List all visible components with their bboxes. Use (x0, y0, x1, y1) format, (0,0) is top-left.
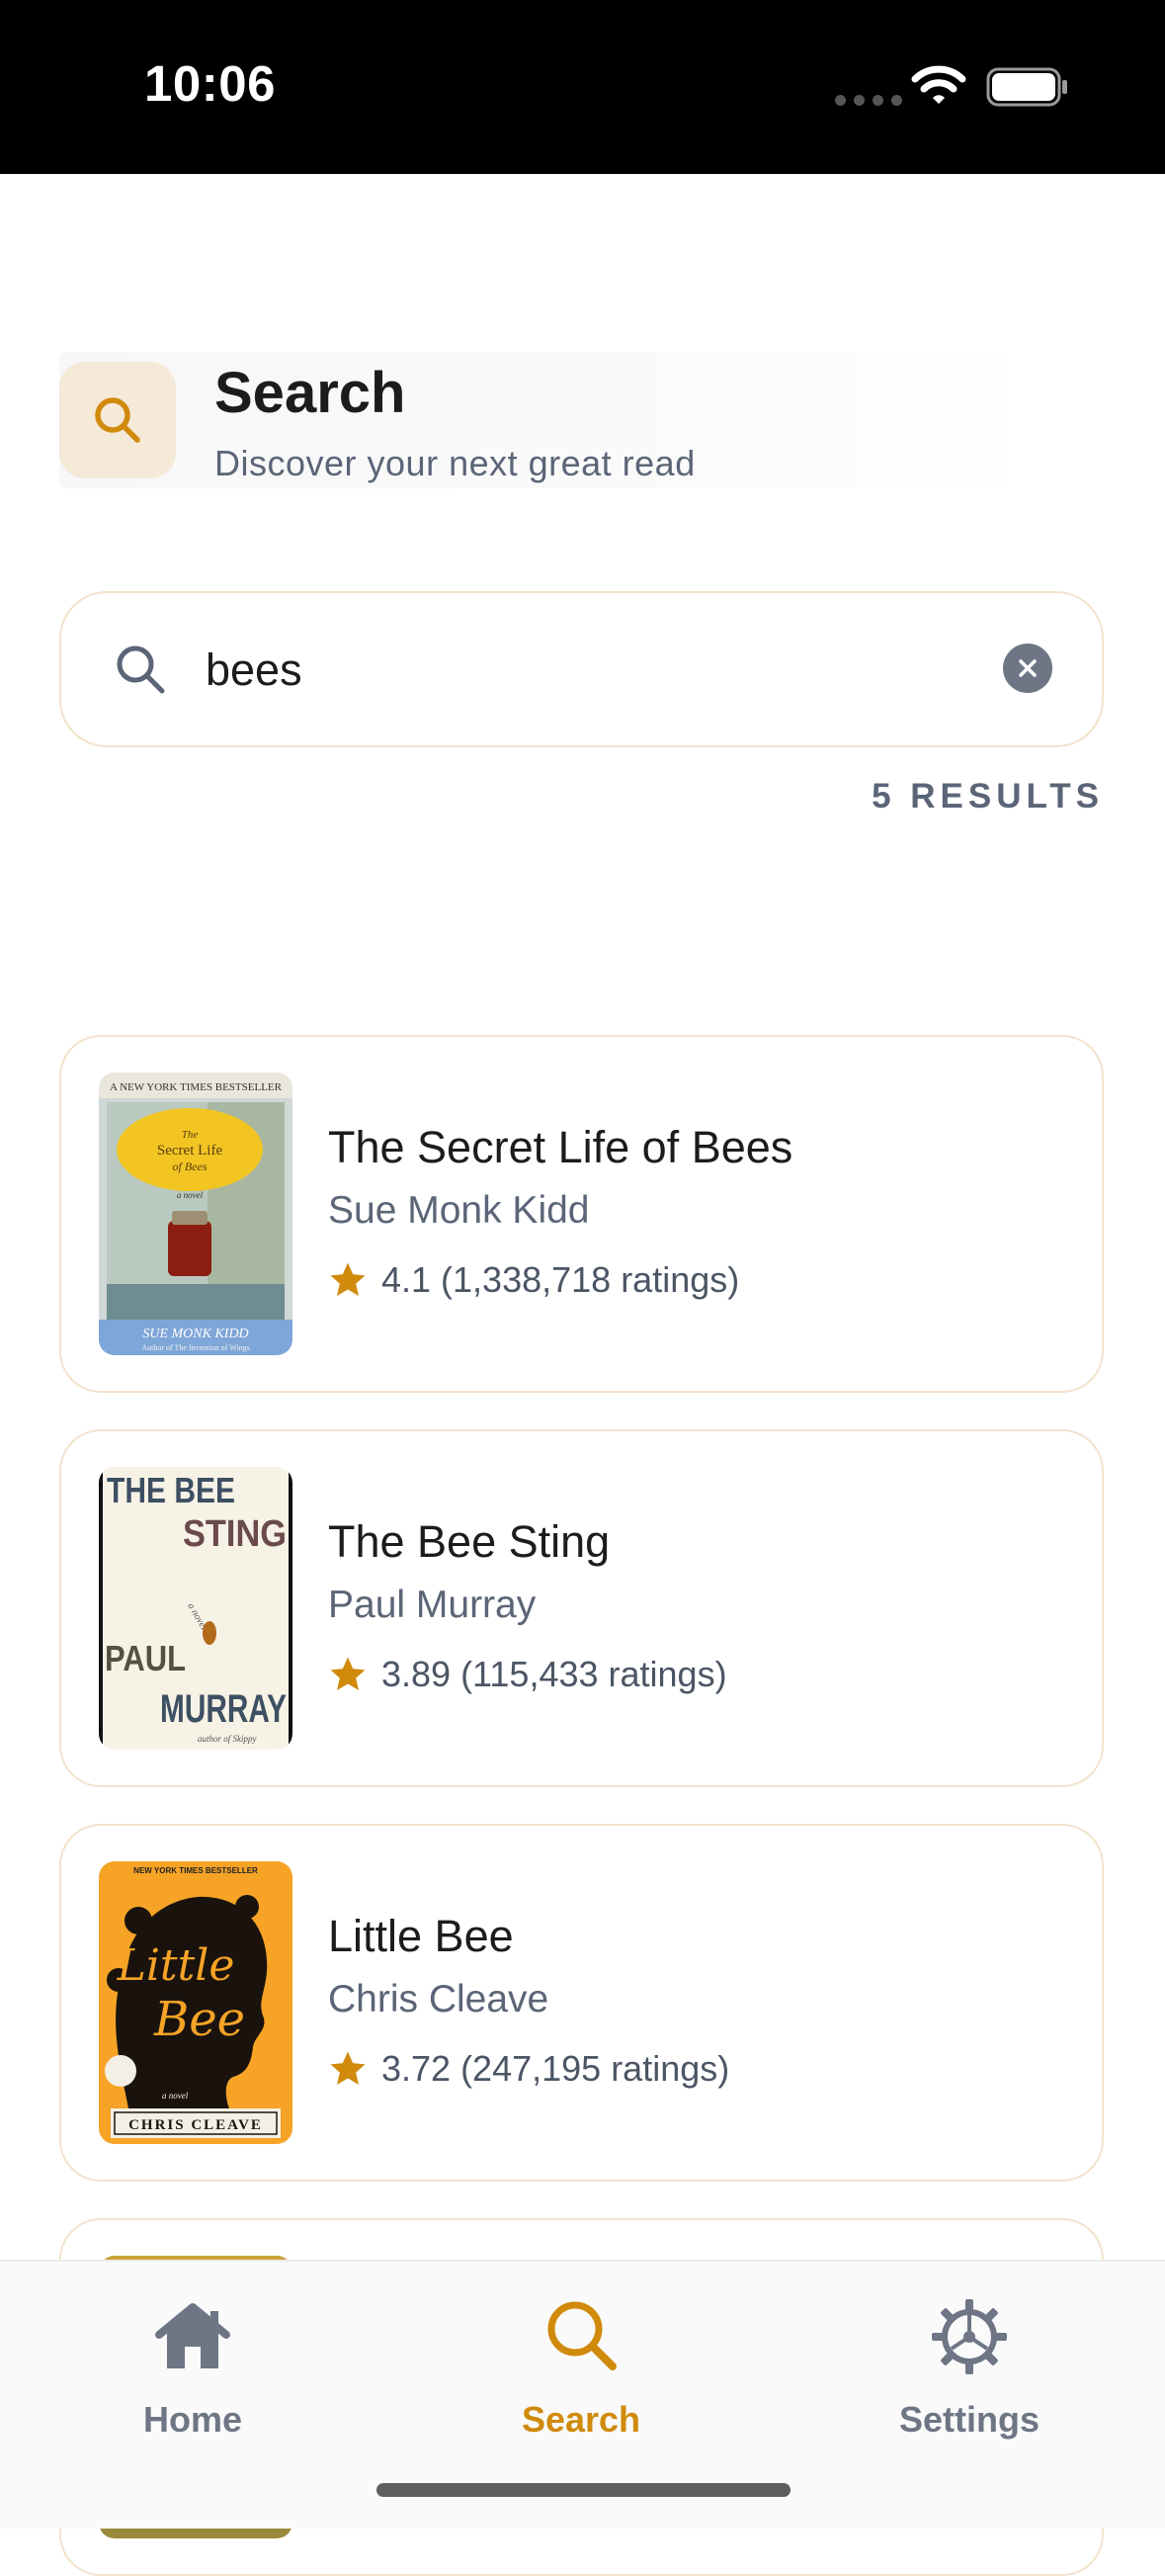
svg-text:STING: STING (183, 1513, 287, 1555)
star-icon (330, 1262, 366, 1296)
svg-text:Secret Life: Secret Life (157, 1143, 223, 1159)
rating-text: 3.89 (115,433 ratings) (381, 1654, 727, 1694)
svg-text:of Bees: of Bees (173, 1159, 208, 1173)
page-header: Search Discover your next great read (59, 352, 1033, 488)
book-title: The Secret Life of Bees (328, 1122, 793, 1172)
tab-label: Search (521, 2399, 641, 2440)
close-icon (1019, 659, 1037, 677)
svg-text:a novel: a novel (162, 2091, 189, 2101)
tab-label: Home (142, 2399, 243, 2440)
svg-text:PAUL: PAUL (105, 1638, 186, 1678)
results-count: 5 RESULTS (872, 777, 1104, 816)
book-cover: A NEW YORK TIMES BESTSELLER The Secret L… (99, 1073, 292, 1355)
search-bar[interactable] (59, 591, 1104, 747)
rating-text: 3.72 (247,195 ratings) (381, 2048, 730, 2089)
search-icon (95, 397, 140, 443)
book-author: Paul Murray (328, 1584, 537, 1626)
book-author: Chris Cleave (328, 1978, 549, 2020)
book-title: Little Bee (328, 1911, 514, 1961)
search-input[interactable] (206, 633, 1016, 708)
svg-text:Bee: Bee (153, 1992, 245, 2047)
home-icon (155, 2303, 230, 2368)
book-cover: THE BEE STING a novel PAUL MURRAY author… (99, 1467, 292, 1750)
page-title: Search (214, 361, 406, 425)
search-icon (117, 645, 165, 694)
svg-text:a novel: a novel (177, 1190, 204, 1200)
book-result-card[interactable]: THE BEE STING a novel PAUL MURRAY author… (59, 1429, 1104, 1787)
book-rating: 3.72 (247,195 ratings) (328, 2048, 729, 2090)
svg-text:CHRIS CLEAVE: CHRIS CLEAVE (128, 2117, 263, 2133)
wifi-icon (911, 65, 966, 104)
svg-text:A NEW YORK TIMES BESTSELLER: A NEW YORK TIMES BESTSELLER (110, 1081, 283, 1093)
star-icon (330, 1657, 366, 1690)
tab-label: Settings (898, 2399, 1040, 2440)
star-icon (330, 2051, 366, 2085)
svg-text:Little: Little (117, 1940, 235, 1991)
clear-search-button[interactable] (1003, 644, 1052, 693)
book-cover: NEW YORK TIMES BESTSELLER Little Bee a n… (99, 1861, 292, 2144)
status-time: 10:06 (144, 55, 276, 112)
svg-text:The: The (182, 1129, 199, 1141)
book-result-card[interactable]: A NEW YORK TIMES BESTSELLER The Secret L… (59, 1035, 1104, 1393)
svg-text:NEW YORK TIMES BESTSELLER: NEW YORK TIMES BESTSELLER (133, 1866, 258, 1875)
book-result-card[interactable]: NEW YORK TIMES BESTSELLER Little Bee a n… (59, 1824, 1104, 2182)
tab-search[interactable]: Search (462, 2297, 700, 2440)
tab-settings[interactable]: Settings (851, 2297, 1088, 2440)
svg-text:THE BEE: THE BEE (107, 1470, 235, 1510)
svg-text:author of Skippy: author of Skippy (198, 1734, 257, 1744)
header-icon-badge (59, 362, 176, 478)
book-title: The Bee Sting (328, 1516, 611, 1567)
home-indicator[interactable] (376, 2483, 791, 2497)
svg-text:MURRAY: MURRAY (160, 1687, 287, 1731)
book-author: Sue Monk Kidd (328, 1189, 590, 1232)
cellular-signal-icon (835, 95, 902, 106)
battery-icon (986, 67, 1067, 107)
rating-text: 4.1 (1,338,718 ratings) (381, 1259, 740, 1300)
search-icon (547, 2301, 617, 2370)
book-rating: 4.1 (1,338,718 ratings) (328, 1259, 739, 1301)
book-rating: 3.89 (115,433 ratings) (328, 1654, 727, 1695)
gear-icon (932, 2299, 1007, 2374)
tab-home[interactable]: Home (74, 2297, 311, 2440)
page-subtitle: Discover your next great read (214, 443, 696, 483)
svg-text:SUE MONK KIDD: SUE MONK KIDD (142, 1327, 248, 1341)
status-bar: 10:06 (0, 0, 1165, 174)
svg-text:Author of The Invention of Win: Author of The Invention of Wings (141, 1343, 249, 1352)
